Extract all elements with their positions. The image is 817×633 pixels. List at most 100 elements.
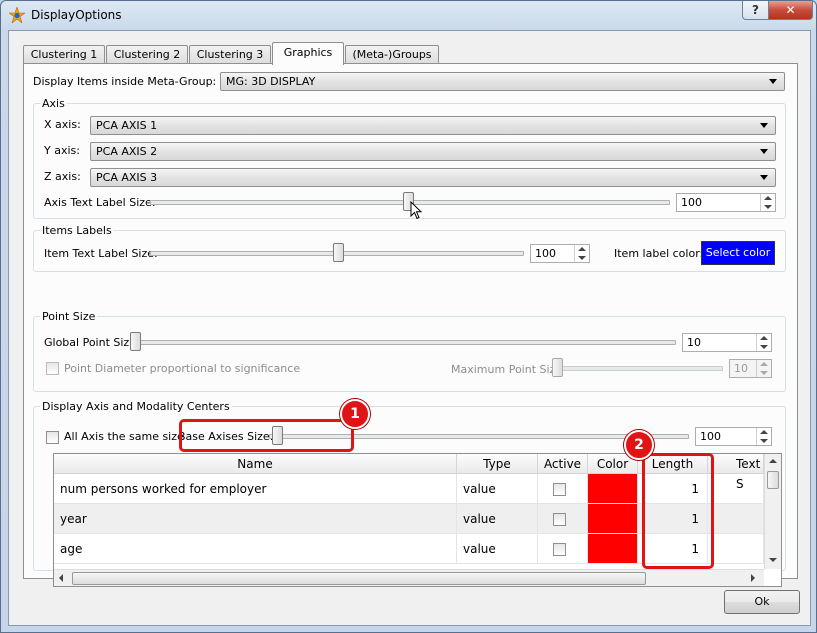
- row-text-size: [708, 534, 764, 564]
- global-point-size-label: Global Point Size: [44, 336, 136, 349]
- dialog-window: DisplayOptions ? ✕ Clustering 1 Clusteri…: [0, 0, 817, 633]
- axis-group-title: Axis: [40, 97, 67, 110]
- same-size-label: All Axis the same size: [64, 430, 184, 443]
- spin-down-icon[interactable]: [578, 256, 586, 260]
- y-axis-value: PCA AXIS 2: [96, 145, 158, 158]
- max-point-size-spinbox[interactable]: 10: [729, 359, 772, 378]
- item-text-size-value: 100: [535, 247, 556, 260]
- x-axis-select[interactable]: PCA AXIS 1: [90, 116, 776, 135]
- row-type: value: [457, 504, 538, 534]
- row-name: age: [54, 534, 457, 564]
- x-axis-value: PCA AXIS 1: [96, 119, 158, 132]
- col-header-type[interactable]: Type: [457, 454, 538, 474]
- y-axis-label: Y axis:: [44, 144, 80, 157]
- chevron-down-icon: [769, 79, 777, 84]
- proportional-label: Point Diameter proportional to significa…: [64, 362, 301, 375]
- row-active-checkbox[interactable]: [553, 543, 566, 556]
- table-vertical-scrollbar[interactable]: [764, 454, 781, 569]
- spin-down-icon[interactable]: [764, 205, 772, 209]
- axis-text-size-value: 100: [681, 196, 702, 209]
- spin-up-icon[interactable]: [764, 196, 772, 200]
- global-point-size-spinbox[interactable]: 10: [682, 333, 772, 352]
- row-color-swatch[interactable]: [588, 474, 638, 504]
- global-point-size-value: 10: [687, 336, 701, 349]
- mouse-cursor-icon: [410, 201, 423, 220]
- scroll-right-icon[interactable]: [751, 574, 755, 582]
- chevron-down-icon: [760, 175, 768, 180]
- row-active-cell: [538, 504, 588, 534]
- spin-up-icon[interactable]: [578, 247, 586, 251]
- point-size-group-title: Point Size: [40, 310, 98, 323]
- items-labels-group: Items Labels Item Text Label Size: 100 I…: [33, 224, 786, 272]
- item-text-size-label: Item Text Label Size:: [44, 247, 158, 260]
- z-axis-select[interactable]: PCA AXIS 3: [90, 168, 776, 187]
- proportional-checkbox[interactable]: [46, 362, 59, 375]
- row-color-swatch[interactable]: [588, 534, 638, 564]
- max-point-size-track[interactable]: [555, 366, 723, 371]
- help-button[interactable]: ?: [742, 1, 769, 20]
- global-point-size-thumb[interactable]: [130, 332, 141, 351]
- spin-up-icon[interactable]: [760, 430, 768, 434]
- meta-group-select[interactable]: MG: 3D DISPLAY: [220, 72, 785, 91]
- window-title: DisplayOptions: [31, 8, 122, 22]
- close-button[interactable]: ✕: [768, 1, 813, 20]
- tab-meta-groups[interactable]: (Meta-)Groups: [345, 45, 439, 64]
- ok-button[interactable]: Ok: [724, 590, 800, 614]
- row-active-checkbox[interactable]: [553, 483, 566, 496]
- item-label-color-label: Item label color:: [614, 247, 704, 260]
- point-size-group: Point Size Global Point Size 10 Point Di…: [33, 310, 786, 392]
- spin-down-icon[interactable]: [760, 345, 768, 349]
- table-horizontal-scrollbar[interactable]: [54, 569, 764, 586]
- z-axis-label: Z axis:: [44, 170, 81, 183]
- chevron-down-icon: [760, 123, 768, 128]
- axis-text-size-spinbox[interactable]: 100: [676, 193, 776, 212]
- spin-down-icon[interactable]: [760, 371, 768, 375]
- row-color-swatch[interactable]: [588, 504, 638, 534]
- y-axis-select[interactable]: PCA AXIS 2: [90, 142, 776, 161]
- items-labels-group-title: Items Labels: [40, 224, 114, 237]
- horizontal-scroll-thumb[interactable]: [72, 572, 646, 585]
- max-point-size-thumb[interactable]: [552, 358, 563, 377]
- same-size-checkbox[interactable]: [46, 431, 59, 444]
- app-star-icon: [9, 7, 25, 23]
- base-axises-size-spinbox[interactable]: 100: [695, 427, 772, 446]
- spin-up-icon[interactable]: [760, 336, 768, 340]
- row-active-cell: [538, 534, 588, 564]
- row-active-checkbox[interactable]: [553, 513, 566, 526]
- row-name: year: [54, 504, 457, 534]
- scroll-left-icon[interactable]: [59, 574, 63, 582]
- row-type: value: [457, 474, 538, 504]
- scroll-down-icon[interactable]: [769, 558, 777, 562]
- base-axises-size-value: 100: [700, 430, 721, 443]
- scroll-up-icon[interactable]: [769, 459, 777, 463]
- select-color-button[interactable]: Select color: [701, 241, 775, 265]
- graphics-panel: Display Items inside Meta-Group: MG: 3D …: [23, 63, 798, 587]
- centers-group-title: Display Axis and Modality Centers: [40, 400, 232, 413]
- col-header-active[interactable]: Active: [538, 454, 588, 474]
- vertical-scroll-thumb[interactable]: [767, 471, 779, 489]
- annotation-highlight-2: [642, 453, 714, 569]
- col-header-name[interactable]: Name: [54, 454, 457, 474]
- row-type: value: [457, 534, 538, 564]
- spin-up-icon[interactable]: [760, 362, 768, 366]
- row-text-size: [708, 474, 764, 504]
- x-axis-label: X axis:: [44, 118, 81, 131]
- tab-graphics[interactable]: Graphics: [272, 42, 344, 65]
- col-header-text-size[interactable]: Text S: [708, 454, 764, 491]
- title-bar: DisplayOptions ? ✕: [1, 1, 816, 29]
- tab-clustering-1[interactable]: Clustering 1: [23, 45, 105, 64]
- tab-clustering-3[interactable]: Clustering 3: [189, 45, 271, 64]
- annotation-badge-2: 2: [624, 430, 654, 460]
- row-text-size: [708, 504, 764, 534]
- annotation-badge-1: 1: [340, 399, 370, 429]
- global-point-size-track[interactable]: [130, 340, 676, 345]
- meta-group-value: MG: 3D DISPLAY: [226, 75, 316, 88]
- dialog-client-area: Clustering 1 Clustering 2 Clustering 3 G…: [8, 30, 811, 626]
- item-text-size-thumb[interactable]: [333, 243, 344, 262]
- max-point-size-label: Maximum Point Size: [451, 363, 563, 376]
- item-text-size-spinbox[interactable]: 100: [530, 244, 590, 263]
- row-name: num persons worked for employer: [54, 474, 457, 504]
- tab-clustering-2[interactable]: Clustering 2: [106, 45, 188, 64]
- spin-down-icon[interactable]: [760, 439, 768, 443]
- z-axis-value: PCA AXIS 3: [96, 171, 158, 184]
